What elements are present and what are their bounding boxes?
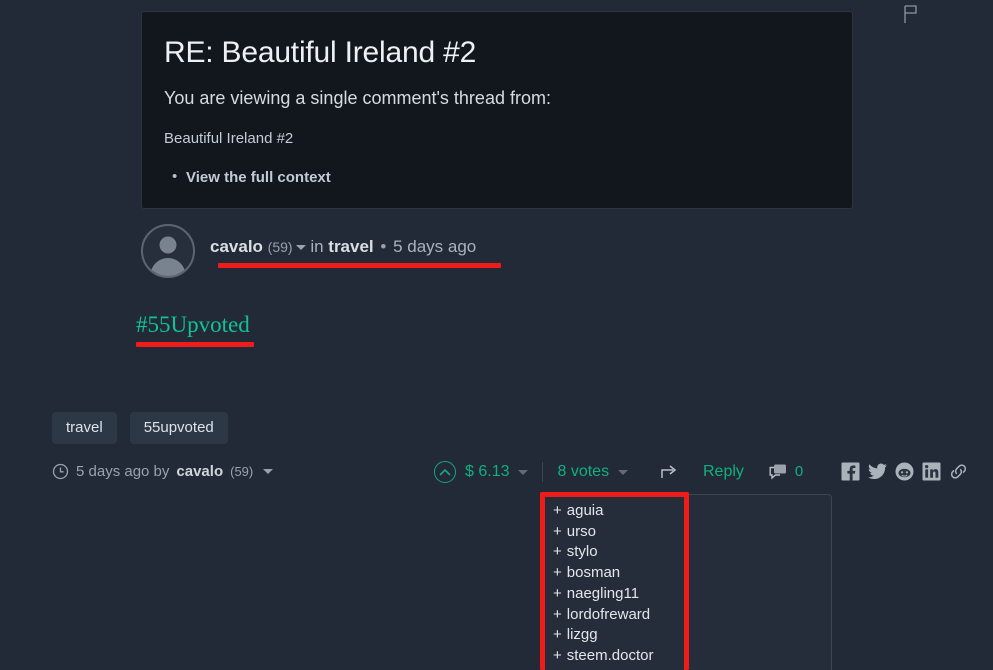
voter-name: bosman [566,564,621,582]
plus-icon: + [553,584,562,602]
votes-count-link[interactable]: 8 votes [557,463,609,481]
avatar[interactable] [141,224,195,278]
author-row: cavalo (59) in travel • 5 days ago [141,224,476,278]
reddit-icon[interactable] [895,462,914,481]
plus-icon: + [553,522,562,540]
plus-icon: + [553,543,562,561]
voter-name: lordofreward [566,605,651,623]
footer-actions-group: Reply 0 [660,462,968,481]
social-share-group [841,462,968,481]
author-reputation: (59) [267,239,293,255]
voter-name: naegling11 [566,584,640,602]
tag-row: travel 55upvoted [52,412,228,445]
separator-dot: • [380,237,387,256]
voter-name: lizgg [566,626,598,644]
facebook-icon[interactable] [841,462,860,481]
reply-button[interactable]: Reply [703,463,744,481]
plus-icon: + [553,626,562,644]
post-time-ago: 5 days ago [393,237,477,256]
footer-author-reputation: (59) [230,464,254,479]
voter-name: steem.doctor [566,646,654,664]
payout-amount[interactable]: $ 6.13 [465,463,509,481]
footer-time-prefix: 5 days ago by [76,463,170,480]
author-meta: cavalo (59) in travel • 5 days ago [210,237,476,265]
context-link-list: View the full context [164,168,830,186]
flag-icon[interactable] [902,4,920,24]
payout-chevron-down-icon[interactable] [518,469,529,475]
footer-payout-group: $ 6.13 8 votes [434,461,629,483]
page-title: RE: Beautiful Ireland #2 [164,36,477,69]
parent-post-title: Beautiful Ireland #2 [164,130,294,147]
twitter-icon[interactable] [868,462,888,481]
list-item: View the full context [172,168,830,186]
footer-timestamp-group: 5 days ago by cavalo (59) [52,463,274,480]
plus-icon: + [553,646,562,664]
author-name-link[interactable]: cavalo [210,237,263,256]
list-item[interactable]: + aguia [553,501,831,522]
view-full-context-link[interactable]: View the full context [186,169,331,186]
votes-chevron-down-icon[interactable] [618,469,629,475]
share-arrow-icon[interactable] [660,463,679,480]
clock-icon [52,463,69,480]
category-link[interactable]: travel [328,237,373,256]
list-item[interactable]: + naegling11 [553,584,831,605]
tag-travel[interactable]: travel [52,412,117,445]
comment-count-group[interactable]: 0 [768,463,803,480]
in-label: in [310,237,324,256]
list-item[interactable]: + lordofreward [553,605,831,626]
voter-name: urso [566,522,596,540]
linkedin-icon[interactable] [922,462,941,481]
tag-55upvoted[interactable]: 55upvoted [129,412,228,445]
voter-name: aguia [566,502,604,519]
annotation-underline-hashtag [136,342,254,347]
context-card: RE: Beautiful Ireland #2 You are viewing… [141,11,853,209]
footer-author-link[interactable]: cavalo [176,463,223,480]
list-item[interactable]: + steem.doctor [553,646,831,667]
hashtag-link[interactable]: #55Upvoted [136,312,250,337]
divider [542,462,544,482]
link-icon[interactable] [949,462,968,481]
plus-icon: + [553,502,562,519]
footer-author-chevron-down-icon[interactable] [263,469,274,474]
plus-icon: + [553,564,562,582]
post-body: #55Upvoted [136,312,250,338]
post-footer-toolbar: 5 days ago by cavalo (59) $ 6.13 8 votes… [52,461,967,491]
list-item[interactable]: + lizgg [553,625,831,646]
user-avatar-icon [150,236,186,276]
comment-bubble-icon [769,464,786,480]
list-item[interactable]: + bosman [553,563,831,584]
upvote-button[interactable] [434,461,456,483]
voters-dropdown[interactable]: + aguia + urso + stylo + bosman + naegling11 … [540,494,832,670]
list-item[interactable]: + stylo [553,542,831,563]
comment-count: 0 [794,463,804,480]
upvote-arrow-icon [439,468,451,476]
card-subtitle: You are viewing a single comment's threa… [164,88,551,108]
plus-icon: + [553,605,562,623]
annotation-underline-author [218,263,501,268]
chevron-down-icon[interactable] [295,245,306,250]
voter-name: stylo [566,543,598,561]
list-item[interactable]: + urso [553,522,831,543]
